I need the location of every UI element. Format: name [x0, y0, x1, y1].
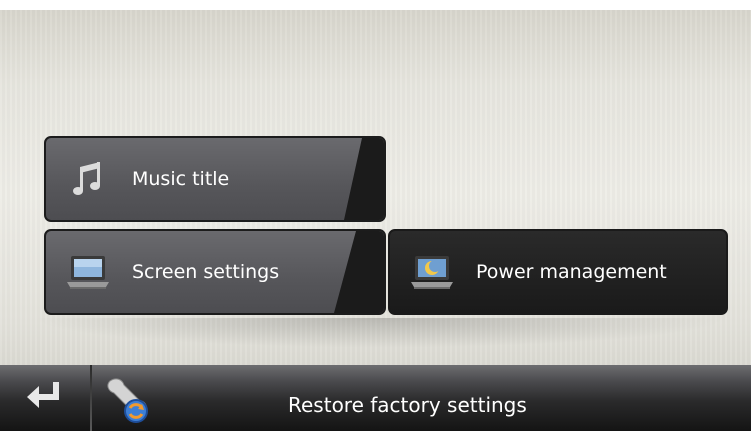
tile-wedge	[344, 138, 384, 220]
restore-factory-settings-label: Restore factory settings	[288, 393, 527, 417]
back-arrow-icon	[25, 378, 65, 418]
screen-settings-label: Screen settings	[132, 261, 280, 283]
screen-settings-button[interactable]: Screen settings	[44, 229, 386, 315]
top-strip	[0, 0, 751, 10]
music-title-button[interactable]: Music title	[44, 136, 386, 222]
music-title-label: Music title	[132, 168, 230, 190]
music-note-icon	[66, 159, 110, 199]
power-management-label: Power management	[476, 261, 667, 283]
laptop-screen-icon	[66, 252, 110, 292]
tile-wedge	[334, 231, 384, 313]
power-management-button[interactable]: Power management	[388, 229, 728, 315]
moon-screen-icon	[410, 252, 454, 292]
restore-factory-settings-button[interactable]: Restore factory settings	[92, 365, 751, 431]
settings-screen: Music title Screen settings Power manage…	[0, 0, 751, 431]
tile-shadow	[30, 318, 730, 348]
bottom-bar: Restore factory settings	[0, 365, 751, 431]
wrench-restore-icon	[104, 375, 154, 425]
back-button[interactable]	[0, 365, 90, 431]
